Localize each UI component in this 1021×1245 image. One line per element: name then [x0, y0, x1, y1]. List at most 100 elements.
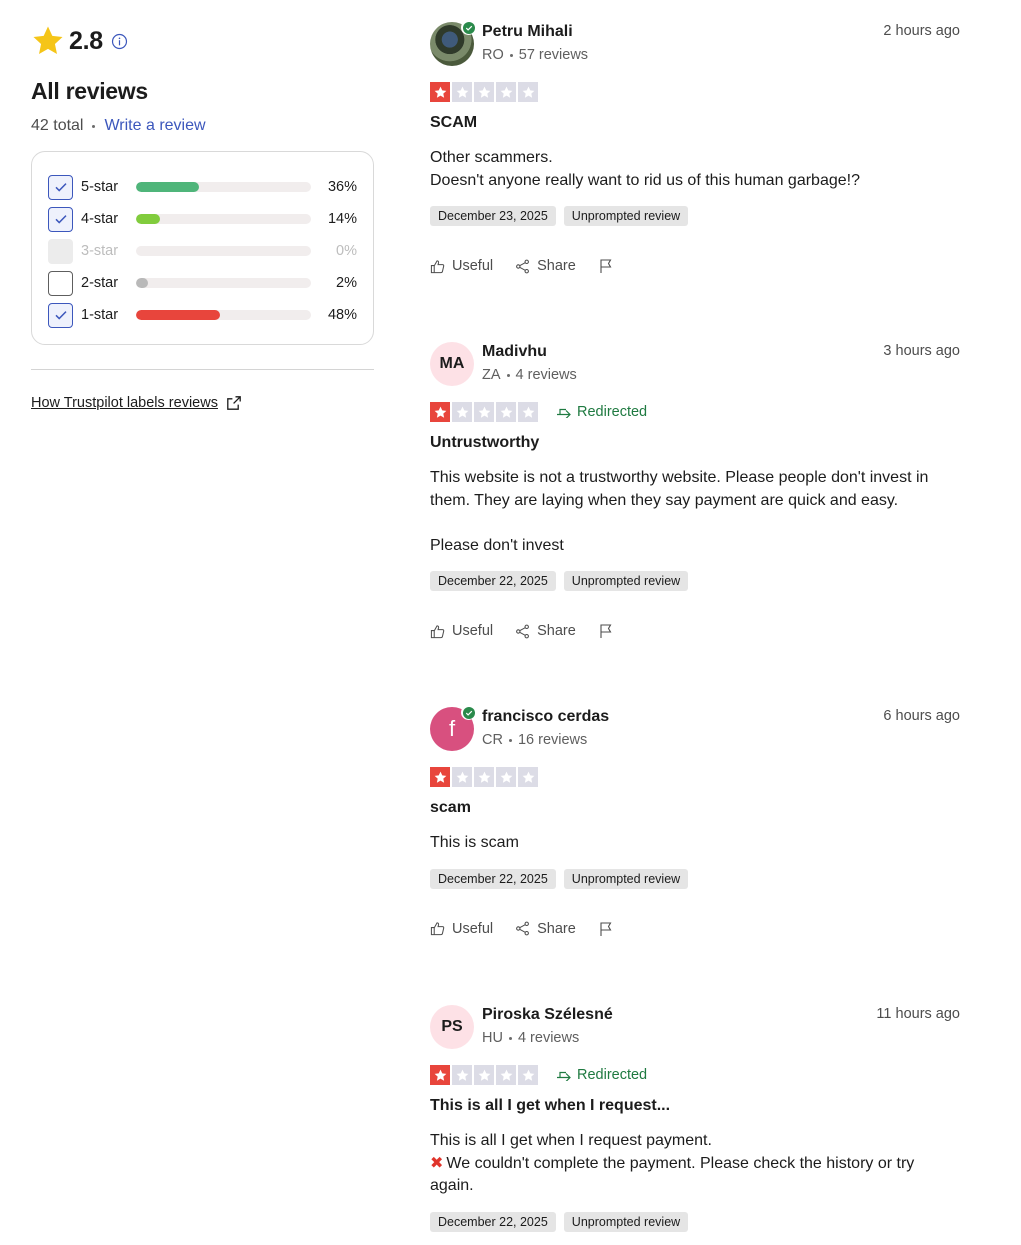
review-date-badge: December 22, 2025	[430, 1211, 556, 1232]
star-distribution-fill	[135, 278, 148, 288]
flag-icon[interactable]	[598, 623, 614, 639]
share-button[interactable]: Share	[515, 921, 576, 937]
review-header: PS Piroska Szélesné HU 4 reviews 11 hours ag…	[430, 1005, 960, 1051]
review-text-line: This is all I get when I request payment…	[430, 1130, 960, 1153]
star-glyph	[434, 406, 446, 418]
star-filter-label: 5-star	[81, 179, 119, 195]
review-title[interactable]: SCAM	[430, 113, 960, 133]
useful-button[interactable]: Useful	[430, 258, 493, 274]
rating-star	[430, 1065, 450, 1085]
star-filter-row[interactable]: 2-star 2%	[48, 267, 357, 299]
avatar[interactable]: MA	[430, 342, 474, 386]
trustpilot-labels-link[interactable]: How Trustpilot labels reviews	[31, 395, 374, 411]
page-title: All reviews	[31, 78, 148, 104]
rating-star	[518, 1065, 538, 1085]
rating-star	[430, 82, 450, 102]
star-icon	[33, 26, 63, 55]
star-filter-checkbox[interactable]	[48, 270, 73, 296]
review-text-line: ✖ We couldn't complete the payment. Pleas…	[430, 1153, 960, 1198]
rating-star	[518, 82, 538, 102]
reviewer-country: HU	[482, 1030, 503, 1046]
review-source-badge[interactable]: Unprompted review	[563, 571, 689, 591]
review-title[interactable]: This is all I get when I request...	[430, 1096, 960, 1116]
redirect-arrow-icon	[557, 1071, 571, 1081]
review-text-line: Please don't invest	[430, 535, 960, 558]
star-filter-row[interactable]: 5-star 36%	[48, 171, 357, 203]
avatar[interactable]: f	[430, 705, 476, 751]
review-title[interactable]: scam	[430, 798, 960, 818]
star-filter-checkbox[interactable]	[48, 302, 73, 328]
total-row: 42 total Write a review	[31, 117, 374, 135]
share-button[interactable]: Share	[515, 258, 576, 274]
checkmark-icon	[54, 215, 67, 224]
reviewer-meta: HU 4 reviews	[482, 1028, 613, 1048]
reviewer-review-count: 4 reviews	[517, 1030, 580, 1046]
star-filter-percent: 0%	[336, 243, 357, 259]
review-source-badge[interactable]: Unprompted review	[563, 868, 689, 889]
star-distribution-fill	[135, 182, 200, 192]
review-text-line: This is scam	[430, 832, 960, 855]
rating-star	[518, 767, 538, 787]
share-label: Share	[537, 920, 576, 937]
reviewer-meta: RO 57 reviews	[482, 45, 588, 65]
info-icon[interactable]	[111, 33, 128, 50]
star-filter-checkbox[interactable]	[48, 206, 73, 232]
reviewer-name[interactable]: francisco cerdas	[482, 707, 609, 727]
review-header: MA Madivhu ZA 4 reviews 3 hours ago	[430, 342, 960, 388]
thumbs-up-icon	[430, 624, 445, 638]
reviewer-info: Madivhu ZA 4 reviews	[482, 342, 577, 388]
reviewer-review-count: 57 reviews	[518, 47, 589, 63]
star-filter-percent: 14%	[327, 211, 357, 227]
rating-star	[430, 767, 450, 787]
star-filter-percent: 48%	[327, 307, 357, 323]
star-glyph	[522, 406, 534, 418]
star-filter-percent: 36%	[327, 179, 357, 195]
star-filter-row: 3-star 0%	[48, 235, 357, 267]
rating-star	[496, 82, 516, 102]
reviewer-name[interactable]: Piroska Szélesné	[482, 1005, 613, 1025]
review-actions: Useful Share	[430, 621, 960, 641]
score-row: 2.8	[31, 24, 374, 58]
avatar[interactable]: PS	[430, 1005, 474, 1049]
flag-icon[interactable]	[598, 258, 614, 274]
star-filter-row[interactable]: 1-star 48%	[48, 299, 357, 331]
review-title[interactable]: Untrustworthy	[430, 433, 960, 453]
star-filter-checkbox[interactable]	[48, 174, 73, 200]
redirected-text: Redirected	[577, 404, 648, 420]
divider	[31, 369, 374, 370]
reviewer-country: RO	[482, 47, 504, 63]
review-source-badge[interactable]: Unprompted review	[563, 206, 689, 226]
share-button[interactable]: Share	[515, 623, 576, 639]
review-time: 6 hours ago	[883, 708, 960, 724]
useful-button[interactable]: Useful	[430, 623, 493, 639]
star-distribution-bar	[135, 214, 312, 224]
rating-star	[452, 1065, 472, 1085]
rating-star	[452, 402, 472, 422]
separator-dot	[508, 738, 512, 742]
review-text-line: Other scammers.	[430, 147, 960, 170]
reviewer-info: Petru Mihali RO 57 reviews	[482, 22, 588, 68]
reviewer-name[interactable]: Petru Mihali	[482, 22, 588, 42]
reviewer-name[interactable]: Madivhu	[482, 342, 577, 362]
rating-star	[474, 82, 494, 102]
share-icon	[516, 259, 530, 273]
write-review-link[interactable]: Write a review	[104, 117, 205, 135]
cross-mark-icon: ✖	[430, 1154, 444, 1172]
review-actions: Useful Share	[430, 919, 960, 939]
review-tags: December 22, 2025 Unprompted review	[430, 1211, 960, 1232]
total-count: 42 total	[31, 117, 84, 134]
redirect-arrow-icon	[557, 408, 571, 418]
reviewer-review-count: 16 reviews	[517, 732, 588, 748]
star-filter-row[interactable]: 4-star 14%	[48, 203, 357, 235]
star-glyph	[522, 771, 534, 783]
review-text: This is scam	[430, 834, 519, 851]
useful-button[interactable]: Useful	[430, 921, 493, 937]
review-body: This is all I get when I request payment…	[430, 1130, 960, 1198]
review-source-badge[interactable]: Unprompted review	[563, 1211, 689, 1232]
flag-icon[interactable]	[598, 921, 614, 937]
star-glyph	[522, 1069, 534, 1081]
star-glyph	[478, 406, 490, 418]
star-distribution-bar	[135, 246, 312, 256]
avatar[interactable]	[430, 20, 476, 66]
star-glyph	[456, 771, 468, 783]
